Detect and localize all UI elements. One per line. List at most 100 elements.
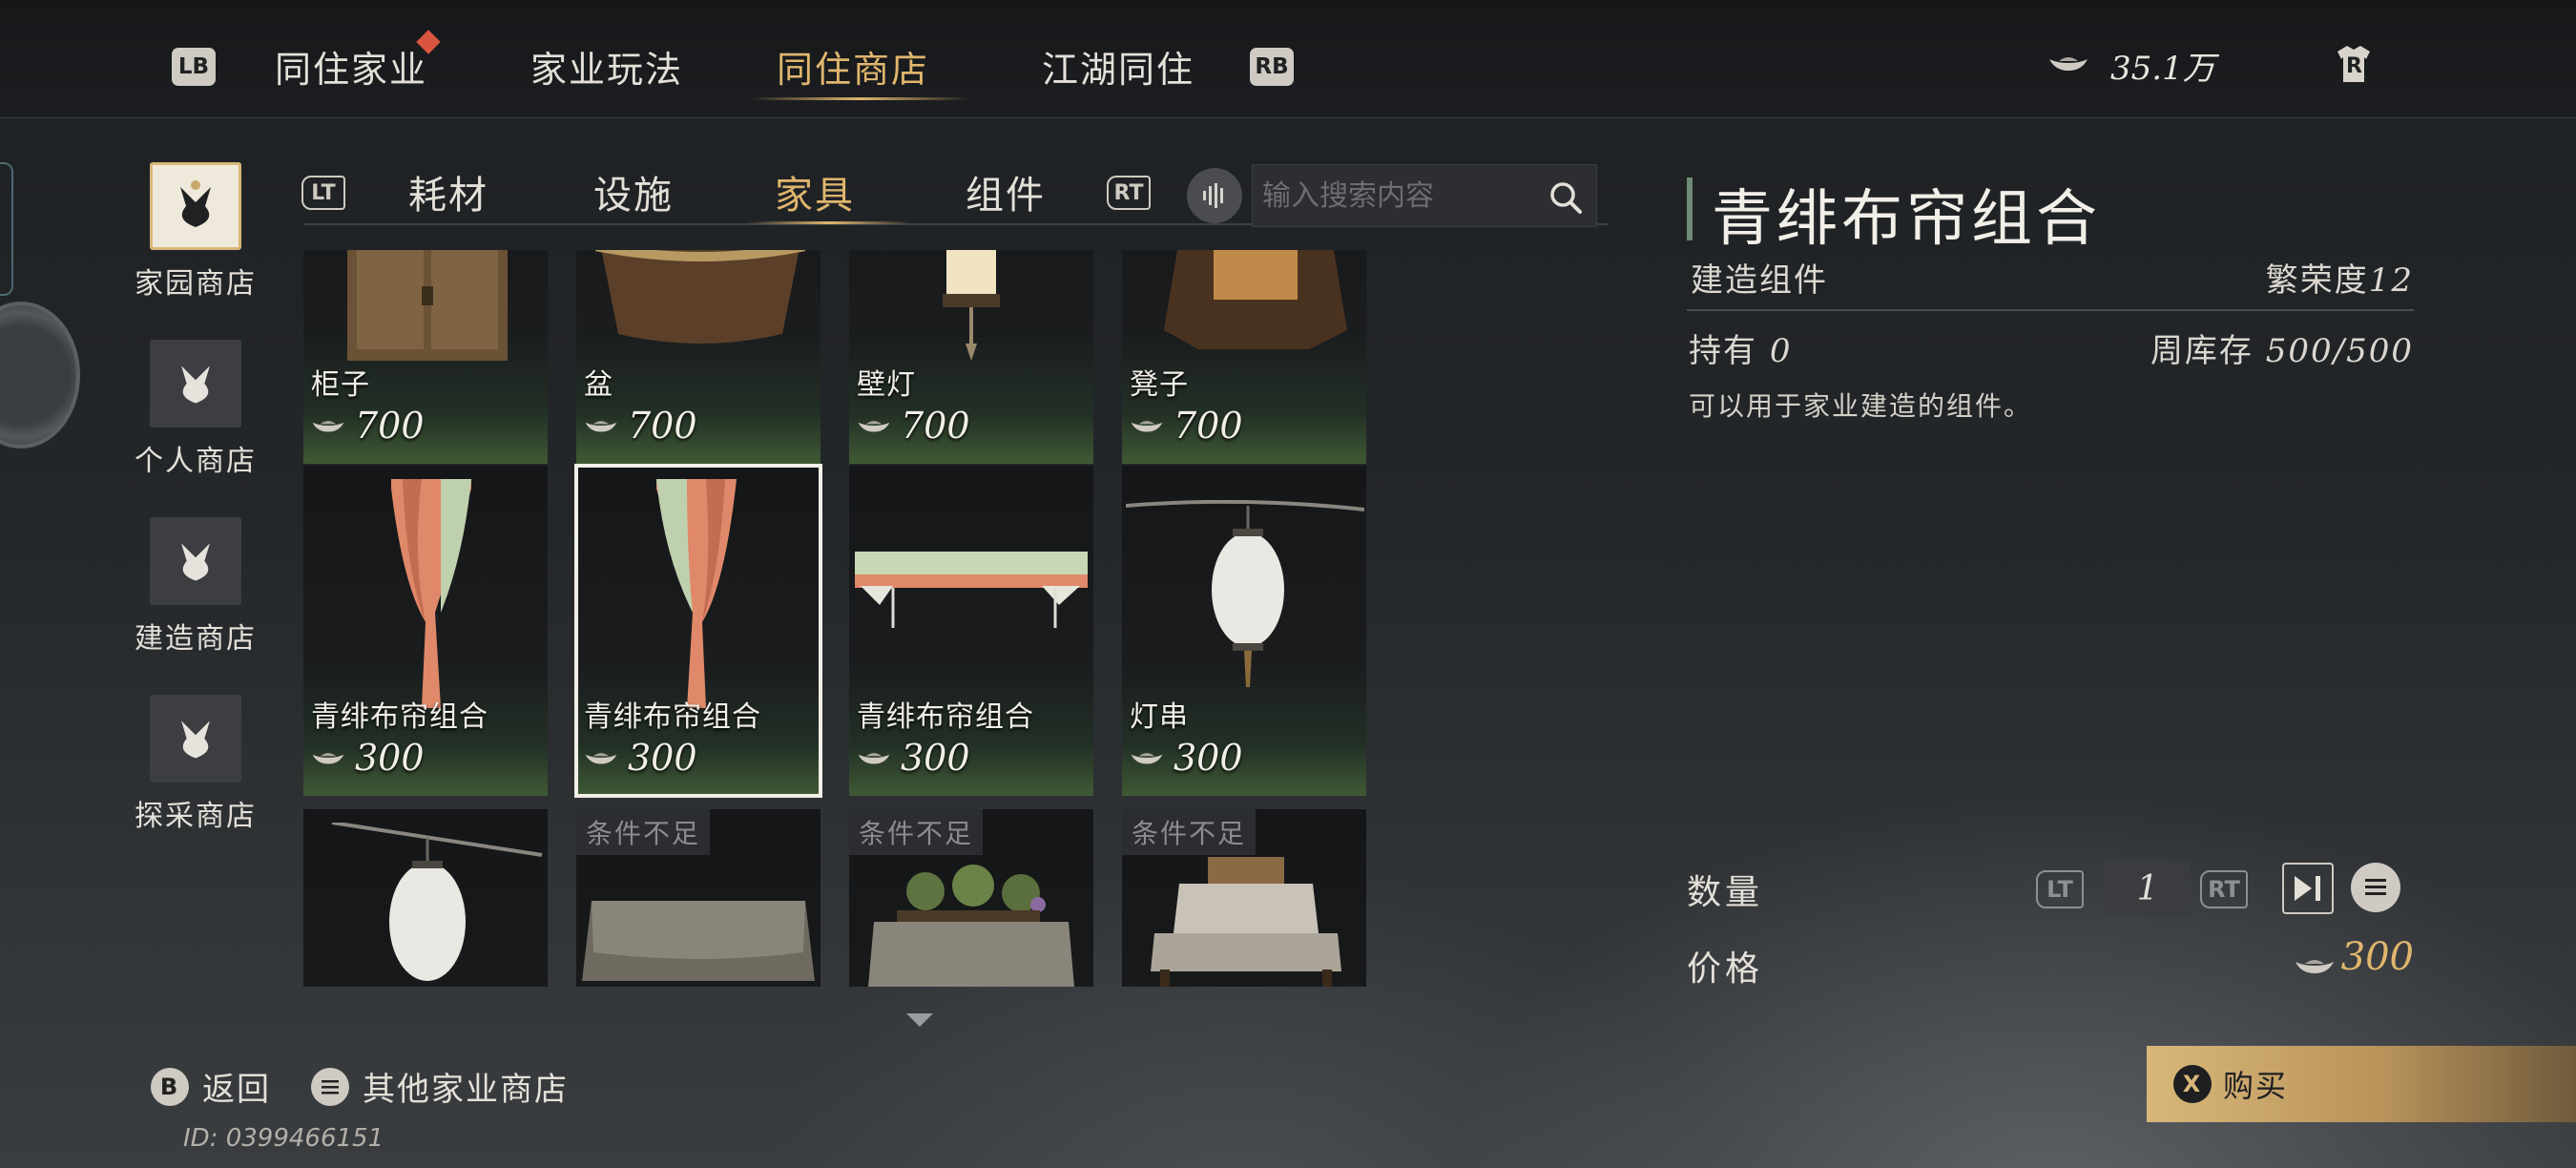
item-card-basin[interactable]: 盆 700 xyxy=(576,250,821,464)
item-price: 300 xyxy=(901,737,970,779)
detail-item-type: 建造组件 xyxy=(1691,261,1828,300)
qty-increase-rt-key[interactable]: RT xyxy=(2200,870,2248,908)
silver-ingot-icon xyxy=(858,753,890,764)
item-price-row: 300 xyxy=(1130,737,1243,779)
buy-label: 购买 xyxy=(2223,1068,2289,1104)
back-button[interactable]: B 返回 xyxy=(151,1063,271,1110)
item-price-row: 700 xyxy=(857,405,970,447)
lt-key-hint[interactable]: LT xyxy=(301,176,345,210)
shop-item-tancai[interactable]: 探采商店 xyxy=(124,695,267,834)
item-card-table[interactable]: 条件不足 xyxy=(576,809,821,987)
quantity-label: 数量 xyxy=(1687,873,1764,912)
item-price-row: 300 xyxy=(311,737,425,779)
item-card-curtain-right[interactable]: 青绯布帘组合 300 xyxy=(574,464,822,798)
rt-key-hint[interactable]: RT xyxy=(1107,176,1151,210)
bundle-icon xyxy=(150,340,241,428)
shop-item-jiayuan[interactable]: 家园商店 xyxy=(124,162,267,302)
item-card-stool[interactable]: 凳子 700 xyxy=(1122,250,1366,464)
prosperity-label: 繁荣度 xyxy=(2265,261,2369,300)
item-price: 300 xyxy=(1174,737,1243,779)
stock-label: 周库存 xyxy=(2150,332,2254,370)
rb-key-hint[interactable]: RB xyxy=(1250,48,1294,86)
tab-jiaye-wanfa[interactable]: 家业玩法 xyxy=(530,40,683,93)
item-card-lantern-2[interactable] xyxy=(303,809,548,987)
tab-haocai[interactable]: 耗材 xyxy=(408,164,488,219)
cabinet-art xyxy=(347,250,508,361)
silver-ingot-icon xyxy=(312,421,344,432)
total-price: 300 xyxy=(2340,935,2414,979)
left-edge-bracket xyxy=(0,162,13,296)
outfit-key-label: R xyxy=(2346,54,2362,78)
other-shops-button[interactable]: 其他家业商店 xyxy=(311,1063,569,1110)
active-subtab-underline xyxy=(748,221,910,224)
shop-item-geren[interactable]: 个人商店 xyxy=(124,340,267,479)
item-price-row: 300 xyxy=(857,737,970,779)
silver-ingot-icon xyxy=(585,753,617,764)
detail-weekly-stock: 周库存 500/500 xyxy=(2150,324,2414,371)
item-card-cabinet[interactable]: 柜子 700 xyxy=(303,250,548,464)
tab-tongzhu-jiaye[interactable]: 同住家业 xyxy=(275,40,427,93)
search-icon[interactable] xyxy=(1547,178,1585,217)
owned-label: 持有 xyxy=(1689,332,1757,370)
search-input[interactable] xyxy=(1262,173,1539,219)
item-card-table-box[interactable]: 条件不足 xyxy=(1122,809,1366,987)
silver-ingot-icon xyxy=(585,421,617,432)
locked-tag: 条件不足 xyxy=(1122,809,1257,855)
item-card-valance[interactable]: 青绯布帘组合 300 xyxy=(849,466,1093,796)
valance-art xyxy=(855,552,1088,628)
tab-jiaju[interactable]: 家具 xyxy=(775,164,855,219)
left-edge-wheel[interactable] xyxy=(0,302,80,448)
detail-description: 可以用于家业建造的组件。 xyxy=(1689,390,2033,422)
item-price: 700 xyxy=(901,405,970,447)
scroll-down-arrow-icon[interactable] xyxy=(906,1013,933,1027)
item-price-row: 700 xyxy=(1130,405,1243,447)
tab-sheshi[interactable]: 设施 xyxy=(593,164,674,219)
shop-label: 个人商店 xyxy=(135,445,257,478)
title-accent-bar xyxy=(1687,177,1693,240)
item-card-lantern-string[interactable]: 灯串 300 xyxy=(1122,466,1366,796)
tab-zujian[interactable]: 组件 xyxy=(966,164,1046,219)
lb-key-hint[interactable]: LB xyxy=(172,48,216,86)
owned-value: 0 xyxy=(1769,332,1793,370)
item-name: 灯串 xyxy=(1130,700,1189,734)
menu-options-icon[interactable] xyxy=(2351,863,2400,912)
item-price: 700 xyxy=(628,405,697,447)
detail-divider xyxy=(1687,309,2414,311)
top-nav-bar: LB 同住家业 家业玩法 同住商店 江湖同住 RB 35.1万 R xyxy=(0,0,2576,118)
voice-input-icon[interactable] xyxy=(1187,168,1242,223)
max-quantity-icon[interactable] xyxy=(2282,863,2334,914)
bundle-icon xyxy=(150,695,241,782)
x-key-icon: X xyxy=(2173,1065,2212,1103)
item-name: 盆 xyxy=(584,368,613,402)
qty-decrease-lt-key[interactable]: LT xyxy=(2036,870,2084,908)
tab-jianghu-tongzhu[interactable]: 江湖同住 xyxy=(1042,40,1195,93)
silver-ingot-icon xyxy=(2296,960,2334,973)
item-card-curtain-left[interactable]: 青绯布帘组合 300 xyxy=(303,466,548,796)
detail-title: 青绯布帘组合 xyxy=(1712,184,2101,255)
silver-ingot-icon xyxy=(1131,753,1163,764)
detail-owned: 持有 0 xyxy=(1689,324,1792,371)
item-price: 700 xyxy=(355,405,425,447)
quantity-stepper[interactable]: 1 xyxy=(2105,861,2191,916)
item-card-wall-lamp[interactable]: 壁灯 700 xyxy=(849,250,1093,464)
item-price-row: 700 xyxy=(584,405,697,447)
player-id: ID: 0399466151 xyxy=(183,1124,384,1153)
shop-item-jianzao[interactable]: 建造商店 xyxy=(124,517,267,657)
tab-tongzhu-shangdian[interactable]: 同住商店 xyxy=(777,40,929,93)
buy-button[interactable]: X 购买 xyxy=(2147,1046,2576,1122)
item-price: 300 xyxy=(628,737,697,779)
bundle-icon xyxy=(150,517,241,605)
prosperity-value: 12 xyxy=(2368,261,2414,300)
silver-ingot-icon xyxy=(312,753,344,764)
price-label: 价格 xyxy=(1687,949,1764,989)
b-key-icon: B xyxy=(151,1067,189,1106)
silver-ingot-icon xyxy=(2049,57,2088,71)
item-price-row: 700 xyxy=(311,405,425,447)
detail-prosperity: 繁荣度12 xyxy=(2266,254,2414,301)
shop-label: 建造商店 xyxy=(135,622,257,656)
silver-ingot-icon xyxy=(858,421,890,432)
outfit-icon[interactable]: R xyxy=(2334,42,2374,84)
table-art xyxy=(582,901,815,981)
shop-label: 探采商店 xyxy=(135,800,257,833)
item-card-table-plants[interactable]: 条件不足 xyxy=(849,809,1093,987)
